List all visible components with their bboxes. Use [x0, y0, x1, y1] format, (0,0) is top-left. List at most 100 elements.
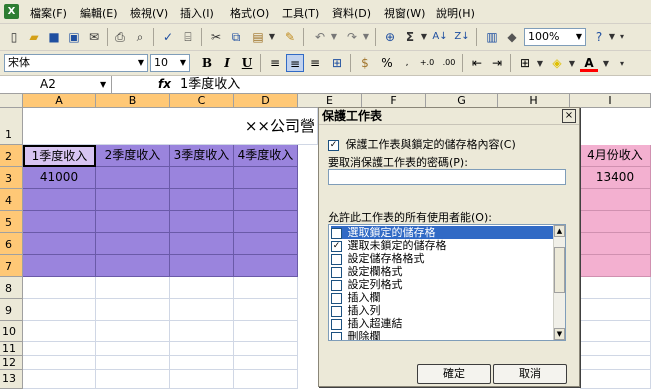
cell-c9[interactable] — [170, 299, 234, 321]
cell-i4[interactable] — [580, 189, 651, 211]
row-header-9[interactable]: 9 — [0, 299, 23, 321]
scroll-up-icon[interactable]: ▲ — [554, 225, 565, 237]
cell-d6[interactable] — [234, 233, 298, 255]
row-header-8[interactable]: 8 — [0, 277, 23, 299]
cell-b6[interactable] — [96, 233, 170, 255]
autosum-dropdown-icon[interactable]: ▼ — [416, 29, 432, 45]
row-header-10[interactable]: 10 — [0, 321, 23, 342]
sheet-title-cell[interactable]: ××公司營 — [23, 108, 318, 145]
cell-d12[interactable] — [234, 356, 298, 370]
menu-edit[interactable]: 編輯(E) — [78, 5, 120, 21]
cell-b5[interactable] — [96, 211, 170, 233]
cell-a4[interactable] — [23, 189, 96, 211]
merge-center-icon[interactable]: ⊞ — [328, 54, 346, 72]
save-icon[interactable]: ■ — [46, 29, 62, 45]
permission-checkbox[interactable] — [331, 266, 342, 278]
permission-checkbox[interactable] — [331, 305, 342, 317]
cell-i13[interactable] — [580, 370, 651, 389]
borders-dropdown-icon[interactable]: ▼ — [532, 56, 548, 72]
cell-d5[interactable] — [234, 211, 298, 233]
cell-d4[interactable] — [234, 189, 298, 211]
comma-style-icon[interactable]: , — [398, 54, 416, 72]
permission-item[interactable]: ✓ 選取鎖定的儲存格 — [331, 226, 553, 239]
permission-item[interactable]: 插入欄 — [331, 291, 553, 304]
excel-app-icon[interactable]: X — [4, 4, 19, 19]
chevron-down-icon[interactable]: ▼ — [177, 55, 189, 71]
menu-help[interactable]: 說明(H) — [434, 5, 477, 21]
cell-i6[interactable] — [580, 233, 651, 255]
cell-a6[interactable] — [23, 233, 96, 255]
paste-dropdown-icon[interactable]: ▼ — [264, 29, 280, 45]
cell-i12[interactable] — [580, 356, 651, 370]
cell-b12[interactable] — [96, 356, 170, 370]
cell-c10[interactable] — [170, 321, 234, 342]
chart-wizard-icon[interactable]: ▥ — [484, 29, 500, 45]
chevron-down-icon[interactable]: ▼ — [573, 29, 585, 45]
row-header-1[interactable]: 1 — [0, 108, 23, 145]
cell-a5[interactable] — [23, 211, 96, 233]
permission-checkbox[interactable] — [331, 318, 342, 330]
cell-d11[interactable] — [234, 342, 298, 356]
permission-checkbox[interactable] — [331, 279, 342, 291]
cell-i2[interactable]: 4月份收入 — [580, 145, 651, 167]
percent-button[interactable]: % — [378, 54, 396, 72]
cell-i3[interactable]: 13400 — [580, 167, 651, 189]
column-header-b[interactable]: B — [96, 94, 170, 108]
cancel-button[interactable]: 取消 — [493, 364, 567, 384]
drawing-icon[interactable]: ◆ — [504, 29, 520, 45]
sort-ascending-icon[interactable]: A↓ — [432, 29, 448, 45]
column-header-h[interactable]: H — [498, 94, 570, 108]
cell-d3[interactable] — [234, 167, 298, 189]
chevron-down-icon[interactable]: ▼ — [135, 55, 147, 71]
cell-c3[interactable] — [170, 167, 234, 189]
name-box[interactable]: A2 — [0, 76, 112, 93]
cell-c5[interactable] — [170, 211, 234, 233]
menu-file[interactable]: 檔案(F) — [28, 5, 69, 21]
print-preview-icon[interactable]: ⌕ — [132, 29, 148, 45]
menu-tools[interactable]: 工具(T) — [280, 5, 321, 21]
column-header-f[interactable]: F — [362, 94, 426, 108]
cell-b13[interactable] — [96, 370, 170, 389]
permission-item[interactable]: 插入列 — [331, 304, 553, 317]
permission-item[interactable]: 設定欄格式 — [331, 265, 553, 278]
print-icon[interactable]: ⎙ — [112, 29, 128, 45]
column-header-a[interactable]: A — [23, 94, 96, 108]
row-header-13[interactable]: 13 — [0, 370, 23, 389]
menu-insert[interactable]: 插入(I) — [178, 5, 216, 21]
toolbar-options-icon[interactable]: ▾ — [614, 29, 630, 45]
cell-c7[interactable] — [170, 255, 234, 277]
cell-a9[interactable] — [23, 299, 96, 321]
row-header-4[interactable]: 4 — [0, 189, 23, 211]
permission-icon[interactable]: ▣ — [66, 29, 82, 45]
close-icon[interactable]: × — [562, 109, 576, 123]
column-header-g[interactable]: G — [426, 94, 498, 108]
cell-d8[interactable] — [234, 277, 298, 299]
protect-checkbox-row[interactable]: ✓ 保護工作表與鎖定的儲存格內容(C) — [328, 136, 516, 152]
protect-checkbox[interactable]: ✓ — [328, 139, 339, 151]
copy-icon[interactable]: ⧉ — [228, 29, 244, 45]
font-name-combo[interactable]: 宋体 ▼ — [4, 54, 148, 72]
row-header-11[interactable]: 11 — [0, 342, 23, 356]
scroll-thumb[interactable] — [554, 247, 565, 293]
permission-item[interactable]: 插入超連結 — [331, 317, 553, 330]
permission-item[interactable]: 設定儲存格格式 — [331, 252, 553, 265]
permission-item[interactable]: ✓ 選取未鎖定的儲存格 — [331, 239, 553, 252]
cell-d10[interactable] — [234, 321, 298, 342]
select-all-corner[interactable] — [0, 94, 23, 108]
row-header-6[interactable]: 6 — [0, 233, 23, 255]
cell-c11[interactable] — [170, 342, 234, 356]
password-input[interactable] — [328, 169, 566, 185]
cell-i10[interactable] — [580, 321, 651, 342]
menu-window[interactable]: 視窗(W) — [382, 5, 427, 21]
cell-i11[interactable] — [580, 342, 651, 356]
zoom-combo[interactable]: 100% ▼ — [524, 28, 586, 46]
permission-checkbox[interactable] — [331, 292, 342, 304]
increase-decimal-icon[interactable]: +.0 — [418, 54, 436, 72]
chevron-down-icon[interactable]: ▼ — [100, 76, 106, 93]
research-icon[interactable]: ⌸ — [180, 29, 196, 45]
cell-b7[interactable] — [96, 255, 170, 277]
cell-i9[interactable] — [580, 299, 651, 321]
open-icon[interactable]: ▰ — [26, 29, 42, 45]
row-header-12[interactable]: 12 — [0, 356, 23, 370]
cell-a7[interactable] — [23, 255, 96, 277]
